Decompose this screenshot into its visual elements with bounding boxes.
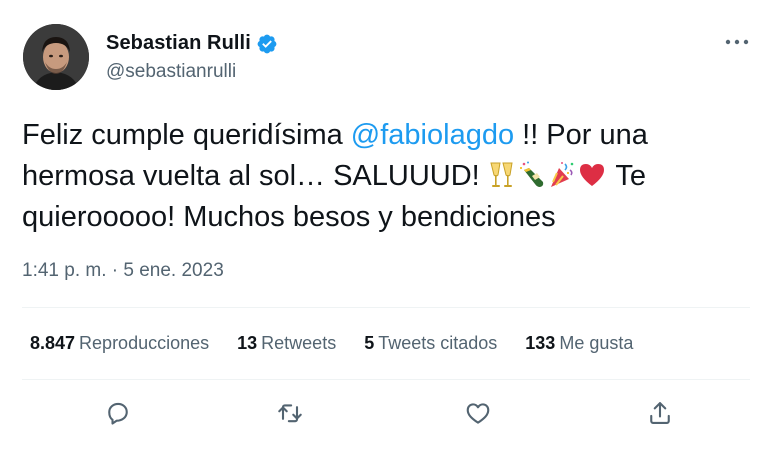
party-popper-emoji — [548, 160, 576, 190]
verified-badge-icon — [257, 34, 277, 53]
like-icon[interactable] — [464, 399, 492, 427]
tweet-stats: 8.847 Reproducciones 13 Retweets 5 Tweets c… — [30, 333, 661, 354]
tweet-card: Sebastian Rulli @sebastianrulli Feliz cu… — [0, 0, 768, 453]
retweets-stat[interactable]: 13 Retweets — [237, 333, 336, 354]
tweet-text: Feliz cumple queridísima @fabiolagdo !! … — [22, 115, 752, 238]
avatar[interactable] — [23, 24, 89, 90]
clinking-glasses-emoji — [488, 160, 516, 190]
timestamp-separator: · — [111, 260, 119, 281]
retweet-icon[interactable] — [276, 399, 304, 427]
views-stat[interactable]: 8.847 Reproducciones — [30, 333, 209, 354]
tweet-timestamp: 1:41 p. m. · 5 ene. 2023 — [22, 260, 224, 282]
red-heart-emoji — [578, 160, 606, 190]
views-count: 8.847 — [30, 333, 76, 353]
tweet-time[interactable]: 1:41 p. m. — [22, 260, 107, 281]
retweets-count: 13 — [237, 333, 258, 353]
reply-icon[interactable] — [104, 399, 132, 427]
author-display-name[interactable]: Sebastian Rulli — [106, 32, 251, 55]
retweets-label: Retweets — [261, 333, 337, 353]
quotes-count: 5 — [364, 333, 375, 353]
author-handle[interactable]: @sebastianrulli — [106, 61, 236, 83]
quotes-label: Tweets citados — [378, 333, 498, 353]
share-icon[interactable] — [646, 399, 674, 427]
author-name-row[interactable]: Sebastian Rulli — [106, 32, 278, 55]
quotes-stat[interactable]: 5 Tweets citados — [364, 333, 497, 354]
divider — [22, 307, 750, 308]
tweet-date[interactable]: 5 ene. 2023 — [123, 260, 223, 281]
likes-label: Me gusta — [559, 333, 634, 353]
likes-count: 133 — [525, 333, 556, 353]
tweet-text-part: Feliz cumple queridísima — [22, 119, 351, 151]
likes-stat[interactable]: 133 Me gusta — [525, 333, 633, 354]
more-options-icon[interactable] — [722, 30, 752, 54]
champagne-bottle-emoji — [518, 160, 546, 190]
divider — [22, 379, 750, 380]
mention-link[interactable]: @fabiolagdo — [351, 119, 514, 151]
views-label: Reproducciones — [79, 333, 210, 353]
